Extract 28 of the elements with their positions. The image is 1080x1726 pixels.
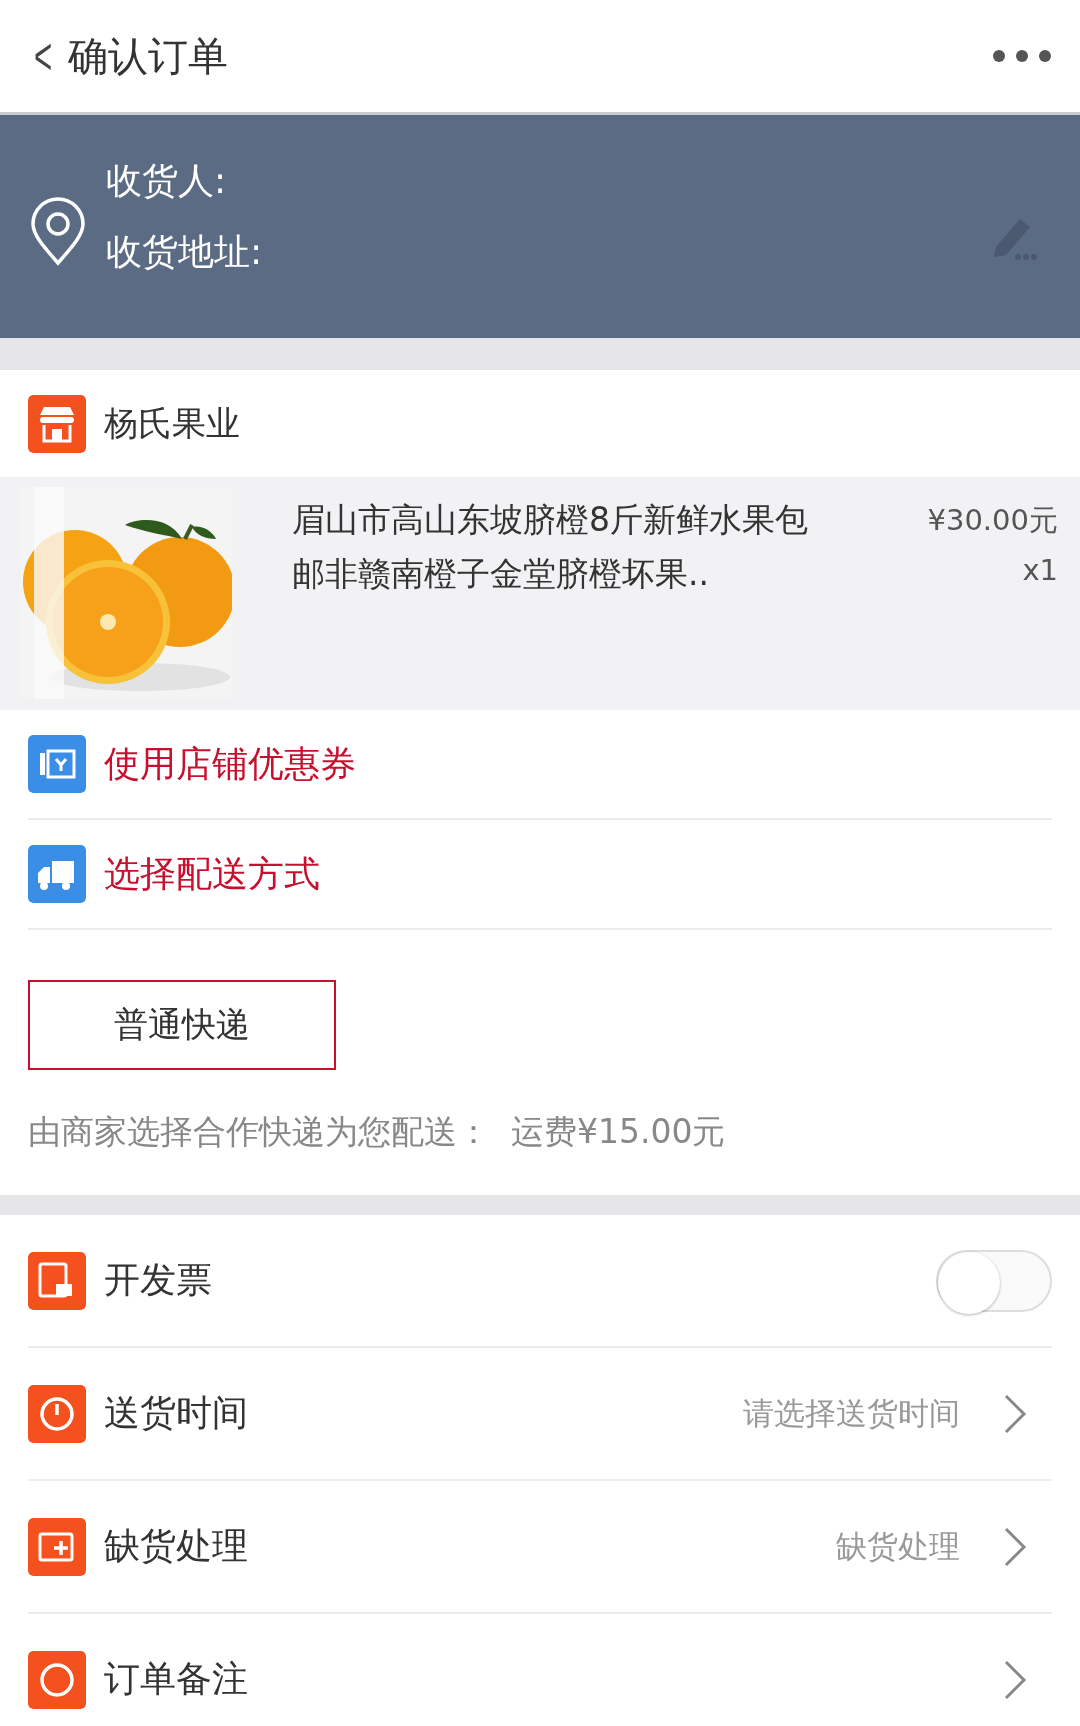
page-title: 确认订单 — [68, 31, 230, 81]
option-label[interactable]: 选择配送方式 — [104, 849, 320, 899]
row-value: 缺货处理 — [836, 1526, 960, 1566]
row-value: 请选择送货时间 — [743, 1393, 960, 1433]
row-label[interactable]: 送货时间 — [104, 1389, 725, 1438]
option-label[interactable]: 使用店铺优惠券 — [104, 739, 356, 789]
location-pin-icon — [28, 196, 88, 267]
row-label[interactable]: 缺货处理 — [104, 1522, 818, 1571]
box-plus-icon — [28, 1517, 86, 1576]
product-price: ¥30.00元 — [927, 502, 1058, 539]
shipping-note: 由商家选择合作快递为您配送： 运费¥15.00元 — [28, 1111, 727, 1153]
invoice-icon — [28, 1251, 86, 1310]
product-card[interactable]: 眉山市高山东坡脐橙8斤新鲜水果包邮非赣南橙子金堂脐橙坏果.. ¥30.00元 x1 — [0, 477, 1080, 710]
row-label[interactable]: 订单备注 — [104, 1655, 960, 1704]
more-icon[interactable] — [992, 49, 1052, 63]
row-label[interactable]: 开发票 — [104, 1256, 918, 1305]
truck-icon — [28, 845, 86, 903]
store-icon — [28, 394, 86, 453]
shipping-method-button[interactable]: 普通快递 — [28, 980, 336, 1070]
invoice-toggle[interactable] — [936, 1249, 1052, 1312]
ticket-icon — [28, 735, 86, 793]
address-label: 收货地址: — [106, 229, 264, 274]
product-title: 眉山市高山东坡脐橙8斤新鲜水果包邮非赣南橙子金堂脐橙坏果.. — [292, 499, 809, 595]
store-name[interactable]: 杨氏果业 — [104, 400, 240, 447]
back-button[interactable]: < — [34, 26, 53, 86]
address-panel[interactable]: 收货人: 收货地址: — [0, 115, 1080, 338]
product-quantity: x1 — [1022, 553, 1058, 587]
recipient-label: 收货人: — [106, 158, 228, 203]
